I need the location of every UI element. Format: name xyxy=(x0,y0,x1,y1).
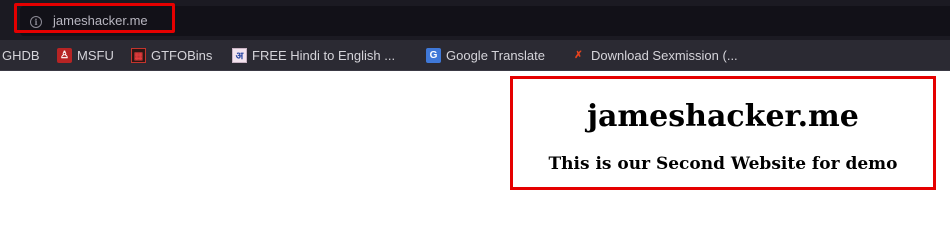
url-highlight-box xyxy=(14,3,175,33)
bookmark-ghdb[interactable]: GHDB xyxy=(2,47,40,63)
page-title: jameshacker.me xyxy=(587,99,859,134)
bookmark-download-sexmission[interactable]: ✗ Download Sexmission (... xyxy=(571,47,738,63)
bookmark-label: Download Sexmission (... xyxy=(591,47,738,63)
bookmark-google-translate[interactable]: G Google Translate xyxy=(426,47,545,63)
browser-toolbar: i jameshacker.me xyxy=(0,0,950,40)
content-highlight-box: jameshacker.me This is our Second Websit… xyxy=(510,76,936,190)
bookmark-msfu[interactable]: ♙ MSFU xyxy=(57,47,114,63)
bookmark-label: Google Translate xyxy=(446,47,546,63)
bookmark-label: MSFU xyxy=(77,47,114,63)
hindi-icon: अ xyxy=(232,47,247,63)
bookmark-label: GTFOBins xyxy=(151,47,213,63)
bookmark-gtfobins[interactable]: ▦ GTFOBins xyxy=(131,47,212,63)
bookmark-label: GHDB xyxy=(2,47,40,63)
bookmark-hindi-to-english[interactable]: अ FREE Hindi to English ... xyxy=(232,47,395,63)
bookmark-label: FREE Hindi to English ... xyxy=(252,47,396,63)
download-icon: ✗ xyxy=(574,49,583,61)
gtfobins-icon: ▦ xyxy=(131,47,146,63)
msfu-icon: ♙ xyxy=(57,47,72,63)
page-subtitle: This is our Second Website for demo xyxy=(548,154,898,174)
bookmarks-bar: GHDB ♙ MSFU ▦ GTFOBins अ FREE Hindi to E… xyxy=(0,40,950,71)
google-translate-icon: G xyxy=(426,47,441,63)
